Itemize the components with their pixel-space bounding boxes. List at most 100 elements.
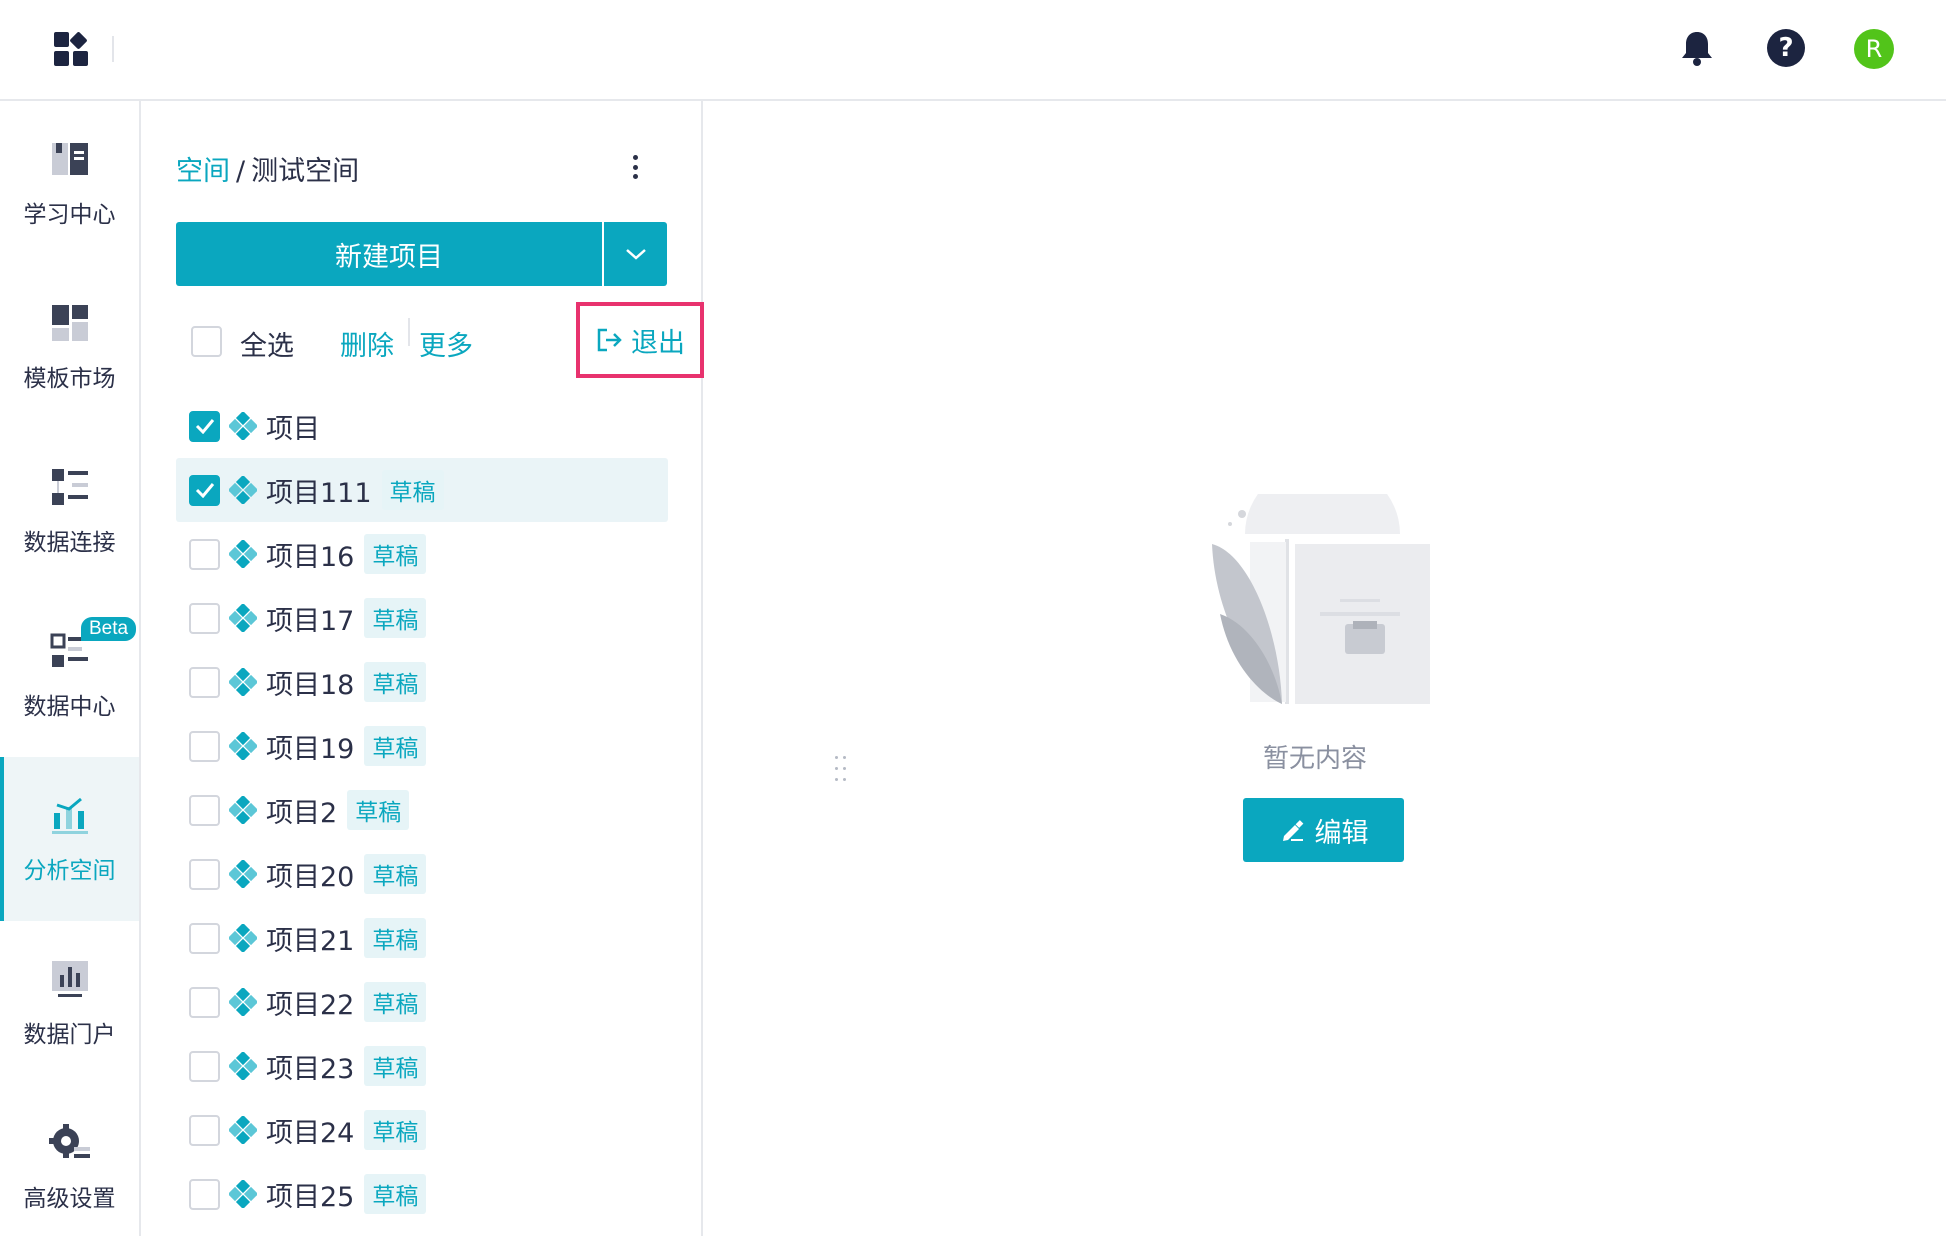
draft-badge: 草稿 — [364, 726, 427, 766]
new-project-dropdown-button[interactable] — [604, 222, 667, 286]
project-icon — [227, 1050, 259, 1082]
sidebar-item-data-center[interactable]: Beta 数据中心 — [0, 593, 139, 757]
edit-button[interactable]: 编辑 — [1243, 798, 1404, 862]
row-checkbox[interactable] — [189, 730, 220, 762]
sidebar-item-analysis-space[interactable]: 分析空间 — [0, 757, 139, 921]
row-checkbox[interactable] — [189, 922, 220, 954]
list-item[interactable]: 项目16 草稿 — [176, 522, 668, 586]
sidebar-item-data-portal[interactable]: 数据门户 — [0, 921, 139, 1085]
exit-button[interactable]: 退出 — [576, 302, 704, 378]
question-circle-icon[interactable]: ? — [1766, 28, 1806, 68]
top-bar: ? R — [0, 0, 1946, 101]
bell-icon[interactable] — [1677, 28, 1717, 68]
row-checkbox[interactable] — [189, 666, 220, 698]
row-checkbox[interactable] — [189, 410, 220, 442]
gear-settings-icon — [48, 1124, 90, 1158]
project-icon — [227, 858, 259, 890]
breadcrumb-current: 测试空间 — [251, 156, 360, 187]
project-name: 项目22 — [266, 989, 355, 1021]
sidebar-item-data-connection[interactable]: 数据连接 — [0, 429, 139, 593]
delete-link[interactable]: 删除 — [340, 324, 394, 363]
list-item[interactable]: 项目19 草稿 — [176, 714, 668, 778]
more-link[interactable]: 更多 — [419, 324, 473, 363]
sidebar-item-label: 分析空间 — [23, 858, 116, 884]
draft-badge: 草稿 — [381, 470, 444, 510]
draft-badge: 草稿 — [364, 1174, 427, 1214]
draft-badge: 草稿 — [364, 1110, 427, 1150]
analysis-chart-icon — [51, 797, 88, 834]
sidebar-item-template-market[interactable]: 模板市场 — [0, 265, 139, 429]
list-item[interactable]: 项目17 草稿 — [176, 586, 668, 650]
draft-badge: 草稿 — [364, 854, 427, 894]
list-item[interactable]: 项目 — [176, 394, 668, 458]
row-checkbox[interactable] — [189, 1114, 220, 1146]
project-name: 项目111 — [266, 477, 372, 509]
portal-bar-chart-icon — [51, 961, 88, 997]
row-checkbox[interactable] — [189, 538, 220, 570]
data-connection-icon — [51, 469, 88, 505]
apps-grid-icon[interactable] — [52, 30, 92, 70]
project-icon — [227, 986, 259, 1018]
sidebar-item-label: 数据中心 — [23, 694, 116, 720]
toolbar-divider — [408, 318, 410, 346]
list-item[interactable]: 项目21 草稿 — [176, 906, 668, 970]
new-project-button[interactable]: 新建项目 — [176, 222, 602, 286]
project-name: 项目2 — [266, 797, 338, 829]
project-icon — [227, 474, 259, 506]
avatar[interactable]: R — [1854, 29, 1894, 69]
left-nav: 学习中心 模板市场 数据连接 Beta 数据中心 分析空间 数据门户 高级设置 — [0, 101, 141, 1236]
help-glyph: ? — [1767, 29, 1805, 67]
draft-badge: 草稿 — [364, 918, 427, 958]
list-item[interactable]: 项目18 草稿 — [176, 650, 668, 714]
project-list: 项目 项目111 草稿 项目16 草稿 项目17 草稿 项目18 草稿 项目19 草稿 项目2 草稿 项目… — [176, 394, 668, 1226]
project-name: 项目17 — [266, 605, 355, 637]
project-name: 项目24 — [266, 1117, 355, 1149]
list-item[interactable]: 项目23 草稿 — [176, 1034, 668, 1098]
chevron-down-icon — [625, 249, 646, 260]
project-name: 项目23 — [266, 1053, 355, 1085]
edit-button-label: 编辑 — [1314, 817, 1369, 849]
draft-badge: 草稿 — [364, 534, 427, 574]
more-options-icon[interactable] — [623, 151, 647, 183]
project-icon — [227, 1114, 259, 1146]
project-icon — [227, 730, 259, 762]
project-name: 项目16 — [266, 541, 355, 573]
row-checkbox[interactable] — [189, 1178, 220, 1210]
beta-badge: Beta — [81, 617, 137, 641]
draft-badge: 草稿 — [347, 790, 410, 830]
book-icon — [51, 143, 88, 175]
row-checkbox[interactable] — [189, 1050, 220, 1082]
select-all-label[interactable]: 全选 — [240, 324, 294, 363]
project-icon — [227, 410, 259, 442]
project-icon — [227, 602, 259, 634]
sidebar-item-advanced-settings[interactable]: 高级设置 — [0, 1085, 139, 1236]
project-name: 项目18 — [266, 669, 355, 701]
select-all-checkbox[interactable] — [191, 326, 222, 357]
project-icon — [227, 666, 259, 698]
logo-divider — [112, 36, 114, 62]
list-item[interactable]: 项目24 草稿 — [176, 1098, 668, 1162]
project-name: 项目 — [266, 413, 320, 445]
draft-badge: 草稿 — [364, 1046, 427, 1086]
row-checkbox[interactable] — [189, 474, 220, 506]
draft-badge: 草稿 — [364, 598, 427, 638]
list-item[interactable]: 项目22 草稿 — [176, 970, 668, 1034]
project-name: 项目20 — [266, 861, 355, 893]
list-item[interactable]: 项目20 草稿 — [176, 842, 668, 906]
sidebar-item-label: 模板市场 — [23, 366, 116, 392]
breadcrumb-root-link[interactable]: 空间 — [176, 156, 230, 187]
list-item[interactable]: 项目2 草稿 — [176, 778, 668, 842]
edit-pen-icon — [1282, 820, 1303, 841]
list-item[interactable]: 项目25 草稿 — [176, 1162, 668, 1226]
list-item[interactable]: 项目111 草稿 — [176, 458, 668, 522]
sidebar-item-learning-center[interactable]: 学习中心 — [0, 101, 139, 265]
row-checkbox[interactable] — [189, 794, 220, 826]
empty-state-text: 暂无内容 — [1262, 744, 1367, 774]
row-checkbox[interactable] — [189, 858, 220, 890]
project-icon — [227, 1178, 259, 1210]
resize-handle[interactable] — [831, 754, 851, 784]
project-icon — [227, 794, 259, 826]
row-checkbox[interactable] — [189, 602, 220, 634]
row-checkbox[interactable] — [189, 986, 220, 1018]
sidebar-item-label: 数据连接 — [23, 530, 116, 556]
